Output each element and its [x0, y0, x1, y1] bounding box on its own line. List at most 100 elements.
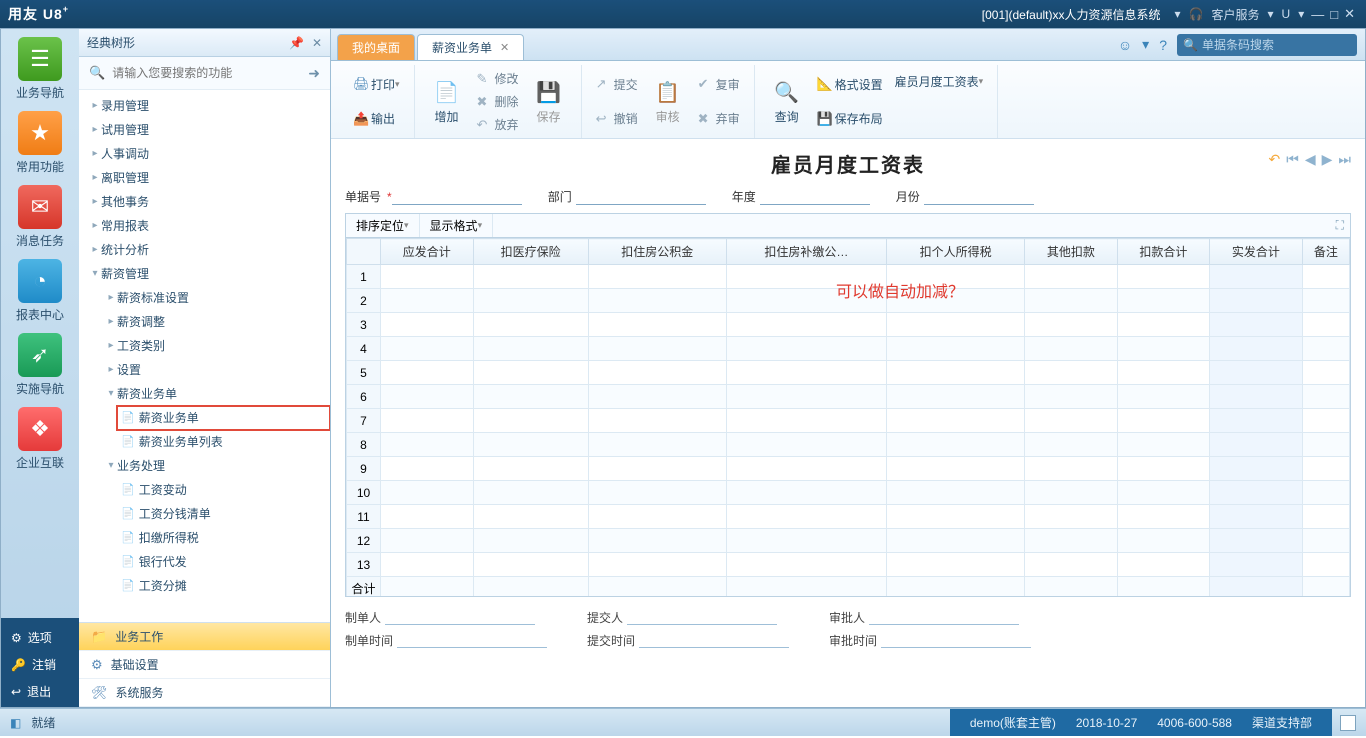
col-header[interactable]: 备注	[1302, 239, 1349, 265]
sort-button[interactable]: 排序定位	[346, 214, 420, 237]
status-menu-icon[interactable]: ◧	[10, 716, 21, 730]
output-button[interactable]: 📤输出	[350, 109, 403, 129]
grid-expand-icon[interactable]: ⛶	[1330, 218, 1350, 233]
col-header[interactable]: 扣个人所得税	[887, 239, 1025, 265]
tab-desktop[interactable]: 我的桌面	[337, 34, 415, 60]
service-dropdown[interactable]: ▾	[1268, 7, 1274, 21]
table-row[interactable]: 1	[347, 265, 1350, 289]
data-grid[interactable]: 应发合计扣医疗保险扣住房公积金扣住房补缴公…扣个人所得税其他扣款扣款合计实发合计…	[345, 237, 1351, 597]
nav-bottom-item[interactable]: ⚙选项	[1, 624, 79, 651]
submit-button[interactable]: ↗提交	[593, 74, 641, 94]
minimize-button[interactable]: —	[1311, 7, 1324, 22]
u-menu[interactable]: U	[1282, 7, 1291, 21]
tree-leaf[interactable]: 📄工资分钱清单	[117, 502, 330, 526]
query-button[interactable]: 🔍查询	[763, 67, 811, 136]
pin-icon[interactable]: 📌	[289, 36, 304, 50]
close-button[interactable]: ✕	[1344, 6, 1355, 22]
template-dropdown[interactable]: 雇员月度工资表	[892, 71, 987, 91]
barcode-search-input[interactable]	[1202, 38, 1357, 52]
table-row[interactable]: 7	[347, 409, 1350, 433]
support-icon[interactable]: 🎧	[1189, 7, 1204, 21]
audit-button[interactable]: 📋审核	[644, 67, 692, 136]
next-record-icon[interactable]: ▶	[1322, 151, 1333, 168]
tree-node[interactable]: ▸薪资调整	[101, 310, 330, 334]
nav-item[interactable]: ➶ 实施导航	[9, 333, 71, 397]
tree-leaf[interactable]: 📄工资分摊	[117, 574, 330, 598]
nav-item[interactable]: ☰ 业务导航	[9, 37, 71, 101]
tree-leaf[interactable]: 📄扣缴所得税	[117, 526, 330, 550]
u-dropdown[interactable]: ▾	[1298, 7, 1304, 21]
nav-item[interactable]: ❖ 企业互联	[9, 407, 71, 471]
table-row[interactable]: 2	[347, 289, 1350, 313]
undo-icon[interactable]: ↶	[1268, 151, 1280, 168]
tree-node[interactable]: ▸离职管理	[85, 166, 330, 190]
tree-leaf[interactable]: 📄银行代发	[117, 550, 330, 574]
tree-node[interactable]: ▾薪资业务单	[101, 382, 330, 406]
unreview-button[interactable]: ✖弃审	[695, 109, 743, 129]
tree-leaf[interactable]: 📄工资变动	[117, 478, 330, 502]
col-header[interactable]: 扣住房公积金	[588, 239, 726, 265]
system-dropdown[interactable]: ▾	[1175, 7, 1181, 21]
review-button[interactable]: ✔复审	[695, 74, 743, 94]
col-header[interactable]: 实发合计	[1210, 239, 1303, 265]
delete-button[interactable]: ✖删除	[474, 92, 522, 112]
modify-button[interactable]: ✎修改	[474, 69, 522, 89]
tree-node[interactable]: ▸试用管理	[85, 118, 330, 142]
status-indicator-icon[interactable]	[1340, 715, 1356, 731]
nav-item[interactable]: ✉ 消息任务	[9, 185, 71, 249]
col-header[interactable]: 扣医疗保险	[473, 239, 588, 265]
tree-close-icon[interactable]: ✕	[312, 36, 322, 50]
table-row[interactable]: 6	[347, 385, 1350, 409]
table-row[interactable]: 3	[347, 313, 1350, 337]
tree-node[interactable]: ▸人事调动	[85, 142, 330, 166]
table-row[interactable]: 8	[347, 433, 1350, 457]
tree-node[interactable]: ▾薪资管理	[85, 262, 330, 286]
col-header[interactable]: 其他扣款	[1025, 239, 1118, 265]
table-row[interactable]: 4	[347, 337, 1350, 361]
table-row[interactable]: 10	[347, 481, 1350, 505]
print-button[interactable]: 🖨打印	[350, 74, 403, 94]
nav-bottom-item[interactable]: ↩退出	[1, 678, 79, 705]
docno-input[interactable]	[392, 189, 522, 205]
tree-node[interactable]: ▸其他事务	[85, 190, 330, 214]
discard-button[interactable]: ↶放弃	[474, 115, 522, 135]
tree-leaf[interactable]: 📄薪资业务单	[117, 406, 330, 430]
last-record-icon[interactable]: ⏭	[1338, 151, 1351, 168]
add-button[interactable]: 📄增加	[423, 67, 471, 136]
revoke-button[interactable]: ↩撤销	[593, 109, 641, 129]
table-row[interactable]: 11	[347, 505, 1350, 529]
save-layout-button[interactable]: 💾保存布局	[814, 109, 886, 129]
customer-service[interactable]: 客户服务	[1211, 6, 1259, 23]
format-button[interactable]: 📐格式设置	[814, 74, 886, 94]
tab-salary-form[interactable]: 薪资业务单✕	[417, 34, 524, 60]
table-row[interactable]: 12	[347, 529, 1350, 553]
tree-leaf[interactable]: 📄薪资业务单列表	[117, 430, 330, 454]
nav-bottom-item[interactable]: 🔑注销	[1, 651, 79, 678]
maximize-button[interactable]: □	[1330, 7, 1338, 22]
smile-dd[interactable]: ▾	[1142, 36, 1149, 53]
help-icon[interactable]: ?	[1159, 37, 1167, 53]
tree-node[interactable]: ▸薪资标准设置	[101, 286, 330, 310]
nav-item[interactable]: ★ 常用功能	[9, 111, 71, 175]
display-format-button[interactable]: 显示格式	[420, 214, 494, 237]
year-input[interactable]	[760, 189, 870, 205]
tree-node[interactable]: ▾业务处理	[101, 454, 330, 478]
month-input[interactable]	[924, 189, 1034, 205]
dept-input[interactable]	[576, 189, 706, 205]
tree-node[interactable]: ▸常用报表	[85, 214, 330, 238]
tree-node[interactable]: ▸工资类别	[101, 334, 330, 358]
save-button[interactable]: 💾保存	[525, 67, 573, 136]
col-header[interactable]: 扣住房补缴公…	[726, 239, 887, 265]
panel-tab[interactable]: ⚙基础设置	[79, 651, 330, 679]
col-header[interactable]: 扣款合计	[1117, 239, 1210, 265]
table-row[interactable]: 5	[347, 361, 1350, 385]
first-record-icon[interactable]: ⏮	[1286, 151, 1299, 168]
tree-node[interactable]: ▸录用管理	[85, 94, 330, 118]
tree-node[interactable]: ▸统计分析	[85, 238, 330, 262]
smile-icon[interactable]: ☺	[1118, 37, 1132, 53]
table-row[interactable]: 13	[347, 553, 1350, 577]
panel-tab[interactable]: 📁业务工作	[79, 623, 330, 651]
tree-node[interactable]: ▸设置	[101, 358, 330, 382]
tab-close-icon[interactable]: ✕	[500, 41, 509, 54]
search-go-icon[interactable]: ➜	[304, 65, 324, 82]
